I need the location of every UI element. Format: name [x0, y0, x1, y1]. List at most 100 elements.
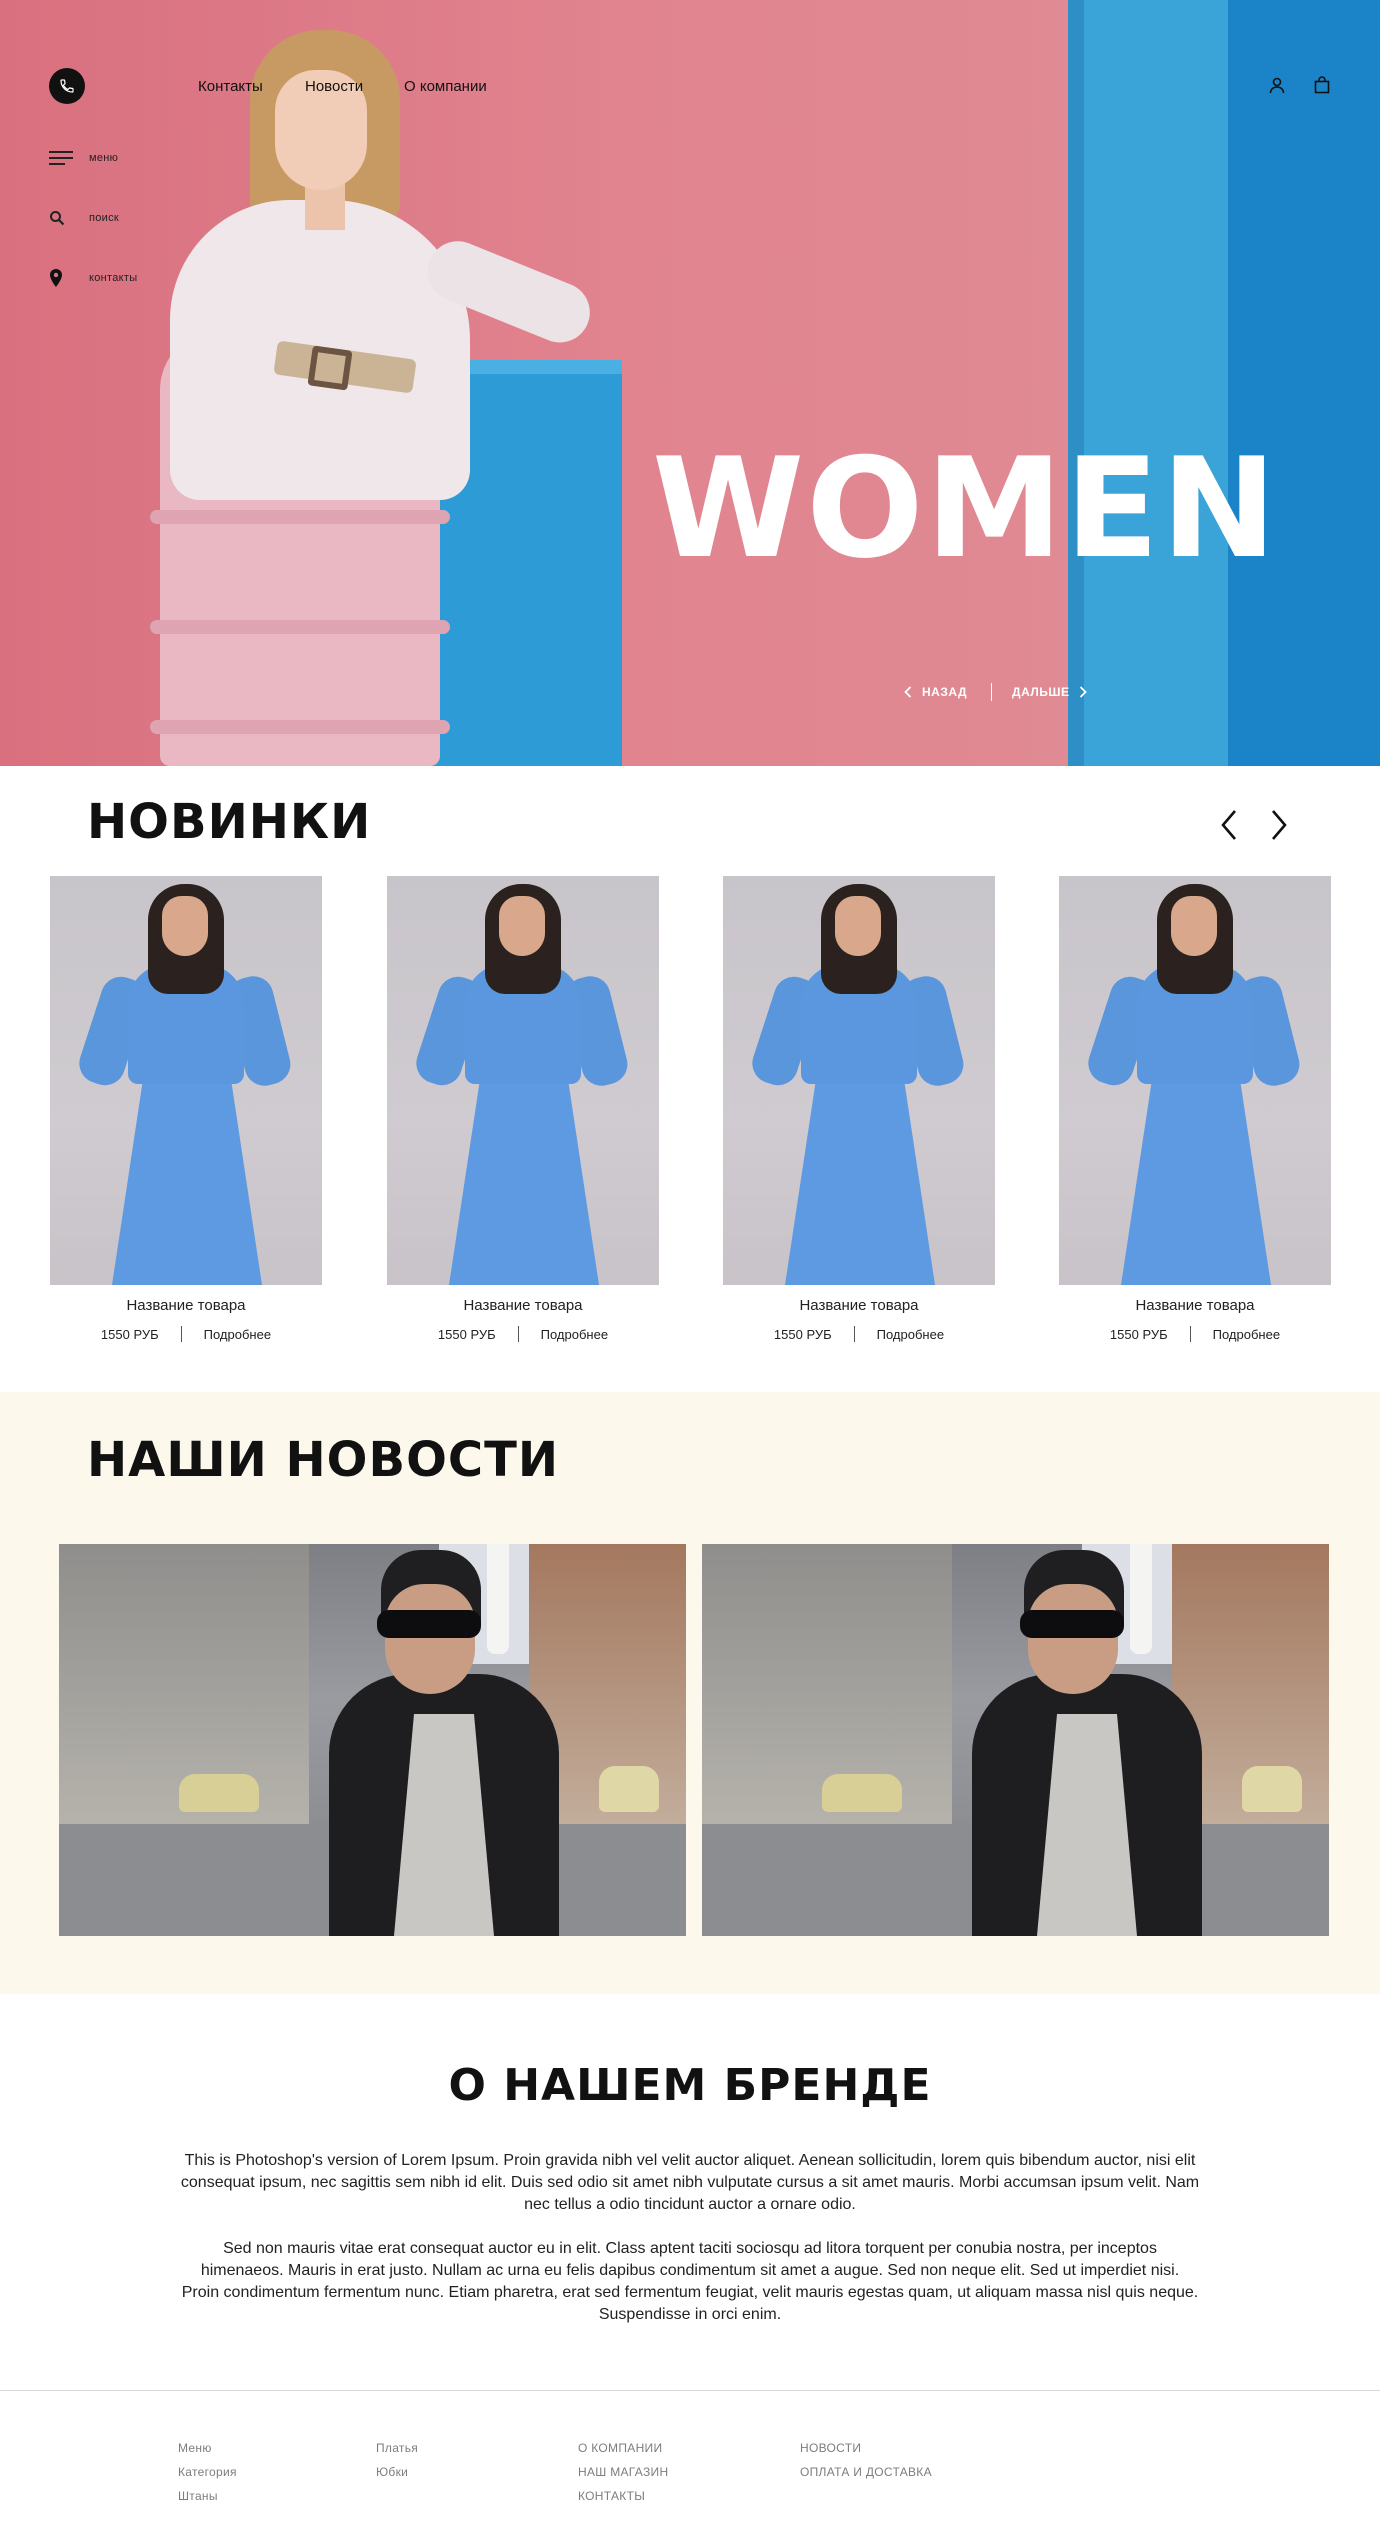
product-card[interactable]: Название товара 1550 РУБ Подробнее	[387, 876, 659, 1342]
model-dress-ruffle	[150, 510, 450, 524]
footer-link[interactable]: О КОМПАНИИ	[578, 2436, 668, 2460]
product-meta-divider	[853, 1326, 855, 1342]
news-photo-car	[599, 1766, 659, 1812]
product-price: 1550 РУБ	[773, 1326, 832, 1342]
product-details-link[interactable]: Подробнее	[877, 1327, 944, 1342]
hero-backdrop-blue	[1068, 0, 1228, 766]
nav-news[interactable]: Новости	[305, 78, 363, 95]
news-photo-pillar	[487, 1544, 509, 1654]
chevron-left-icon	[904, 686, 912, 698]
hero-prev-label: НАЗАД	[922, 685, 968, 699]
product-details-link[interactable]: Подробнее	[541, 1327, 608, 1342]
product-name[interactable]: Название товара	[723, 1297, 995, 1314]
hero-next-button[interactable]: ДАЛЬШЕ	[1012, 685, 1088, 699]
user-button[interactable]	[1268, 76, 1286, 99]
user-icon	[1269, 77, 1285, 94]
footer-link[interactable]: Штаны	[178, 2484, 237, 2508]
hero-prev-button[interactable]: НАЗАД	[904, 685, 967, 699]
news-title: НАШИ НОВОСТИ	[87, 1432, 560, 1488]
new-items-slider-controls	[1218, 808, 1290, 842]
chevron-right-icon[interactable]	[1268, 808, 1290, 842]
product-model-skirt	[1121, 1066, 1271, 1285]
footer-column: Платья Юбки	[376, 2436, 418, 2484]
brand-paragraph: This is Photoshop's version of Lorem Ips…	[180, 2152, 1200, 2213]
footer-link[interactable]: Юбки	[376, 2460, 418, 2484]
location-pin-icon	[49, 268, 73, 288]
product-image[interactable]	[723, 876, 995, 1285]
hero-backdrop-edge	[1068, 0, 1084, 766]
product-name[interactable]: Название товара	[1059, 1297, 1331, 1314]
chevron-left-icon[interactable]	[1218, 808, 1240, 842]
footer-link[interactable]: Платья	[376, 2436, 418, 2460]
search-icon	[49, 208, 73, 228]
chevron-right-icon	[1080, 686, 1088, 698]
model-belt-buckle	[307, 345, 353, 391]
product-model-face	[162, 896, 208, 956]
product-meta-divider	[180, 1326, 182, 1342]
product-model-skirt	[112, 1066, 262, 1285]
news-card-image[interactable]	[702, 1544, 1329, 1936]
hero-slider-controls: НАЗАД ДАЛЬШЕ	[904, 682, 1088, 702]
product-card[interactable]: Название товара 1550 РУБ Подробнее	[50, 876, 322, 1342]
product-details-link[interactable]: Подробнее	[1213, 1327, 1280, 1342]
footer-column: НОВОСТИ ОПЛАТА И ДОСТАВКА	[800, 2436, 932, 2484]
brand-paragraph: Sed non mauris vitae erat consequat auct…	[181, 2240, 1199, 2323]
product-model-skirt	[449, 1066, 599, 1285]
product-price: 1550 РУБ	[1109, 1326, 1168, 1342]
product-model-face	[835, 896, 881, 956]
phone-button[interactable]	[49, 68, 85, 104]
product-card[interactable]: Название товара 1550 РУБ Подробнее	[1059, 876, 1331, 1342]
news-model-face	[385, 1584, 475, 1694]
news-model-sunglasses	[377, 1610, 481, 1638]
product-details-link[interactable]: Подробнее	[204, 1327, 271, 1342]
cart-button[interactable]	[1313, 76, 1331, 99]
side-menu-toggle[interactable]: меню	[49, 148, 118, 168]
product-image[interactable]	[50, 876, 322, 1285]
product-card[interactable]: Название товара 1550 РУБ Подробнее	[723, 876, 995, 1342]
model-dress-ruffle	[150, 720, 450, 734]
hero-next-label: ДАЛЬШЕ	[1012, 685, 1070, 699]
nav-about[interactable]: О компании	[404, 78, 487, 95]
brand-title: О НАШЕМ БРЕНДЕ	[448, 2060, 932, 2111]
model-dress-ruffle	[150, 620, 450, 634]
news-model-sunglasses	[1020, 1610, 1124, 1638]
product-meta: 1550 РУБ Подробнее	[723, 1326, 995, 1342]
menu-icon	[49, 148, 73, 168]
footer-divider	[0, 2390, 1380, 2391]
product-price: 1550 РУБ	[100, 1326, 159, 1342]
product-image[interactable]	[387, 876, 659, 1285]
side-search-label: поиск	[89, 212, 120, 224]
product-name[interactable]: Название товара	[387, 1297, 659, 1314]
hero-arrows-divider	[991, 683, 993, 701]
side-menu-label: меню	[89, 152, 119, 164]
product-meta: 1550 РУБ Подробнее	[1059, 1326, 1331, 1342]
hero-model-image	[130, 30, 600, 766]
footer-link[interactable]: Меню	[178, 2436, 237, 2460]
footer-link[interactable]: КОНТАКТЫ	[578, 2484, 668, 2508]
product-image[interactable]	[1059, 876, 1331, 1285]
hero-backdrop-blue-dark	[1228, 0, 1380, 766]
product-meta: 1550 РУБ Подробнее	[387, 1326, 659, 1342]
side-contacts-label: контакты	[89, 272, 138, 284]
product-name[interactable]: Название товара	[50, 1297, 322, 1314]
hero-banner: WOMEN Контакты Новости О компании меню п…	[0, 0, 1380, 766]
news-photo-car	[1242, 1766, 1302, 1812]
news-photo-car	[822, 1774, 902, 1812]
nav-contacts[interactable]: Контакты	[198, 78, 263, 95]
side-search[interactable]: поиск	[49, 208, 119, 228]
product-meta-divider	[1189, 1326, 1191, 1342]
product-meta-divider	[517, 1326, 519, 1342]
footer-link[interactable]: ОПЛАТА И ДОСТАВКА	[800, 2460, 932, 2484]
news-model-face	[1028, 1584, 1118, 1694]
footer-link[interactable]: Категория	[178, 2460, 237, 2484]
hero-headline: WOMEN	[652, 428, 1279, 589]
footer-link[interactable]: НОВОСТИ	[800, 2436, 932, 2460]
product-price: 1550 РУБ	[437, 1326, 496, 1342]
footer-link[interactable]: НАШ МАГАЗИН	[578, 2460, 668, 2484]
shopping-bag-icon	[1314, 76, 1330, 94]
news-card-image[interactable]	[59, 1544, 686, 1936]
news-photo-pillar	[1130, 1544, 1152, 1654]
footer-column: Меню Категория Штаны	[178, 2436, 237, 2508]
side-contacts[interactable]: контакты	[49, 268, 137, 288]
new-items-title: НОВИНКИ	[87, 794, 372, 850]
